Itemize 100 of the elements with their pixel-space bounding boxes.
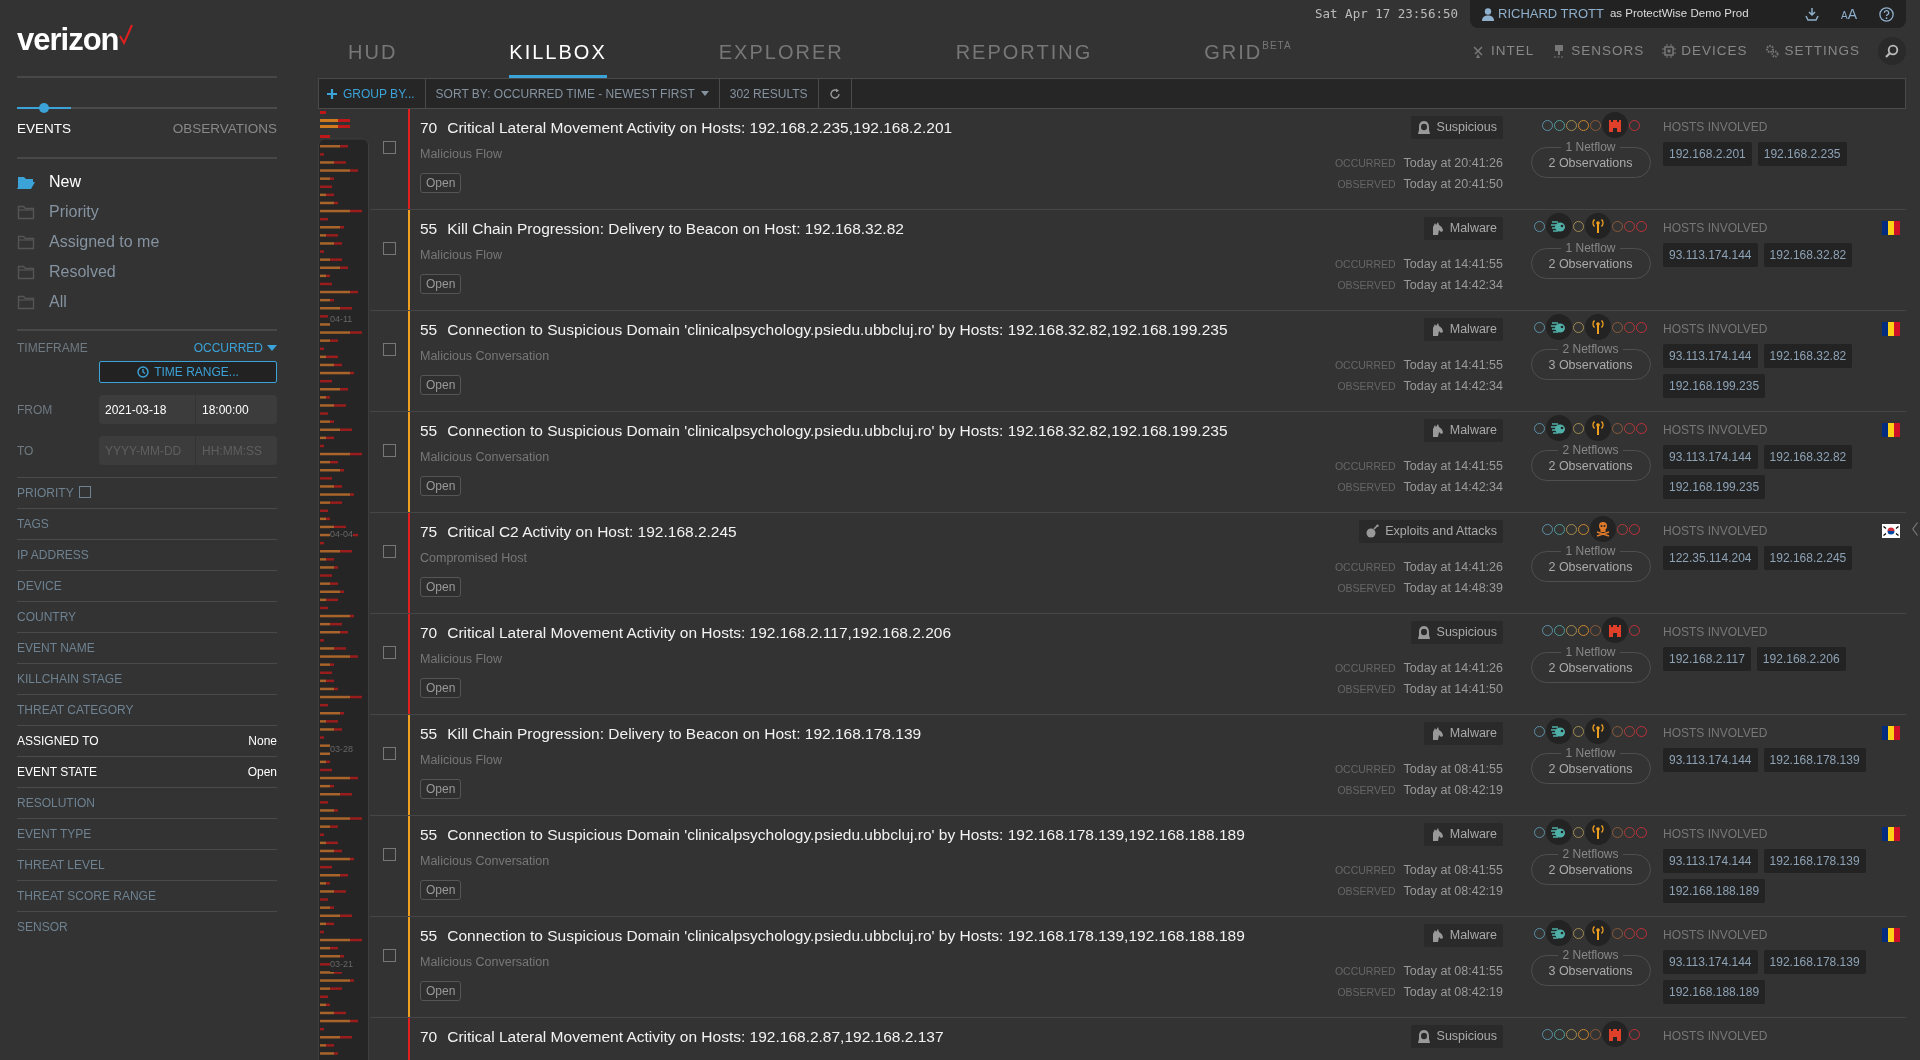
filter-label[interactable]: THREAT CATEGORY: [17, 701, 134, 720]
host-chip[interactable]: 192.168.32.82: [1763, 344, 1853, 368]
host-chip[interactable]: 192.168.2.117: [1663, 647, 1751, 671]
host-chip[interactable]: 192.168.199.235: [1663, 475, 1766, 499]
user-name[interactable]: RICHARD TROTT: [1498, 4, 1604, 24]
host-chip[interactable]: 192.168.199.235: [1663, 374, 1766, 398]
filter-label[interactable]: KILLCHAIN STAGE: [17, 670, 123, 689]
event-title[interactable]: Kill Chain Progression: Delivery to Beacon on Host: 192.168.178.139: [447, 722, 922, 746]
filter-label[interactable]: IP ADDRESS: [17, 546, 89, 565]
observation-count: 2 Observations: [1547, 256, 1634, 274]
event-title[interactable]: Connection to Suspicious Domain 'clinicalpsychology.psiedu.ubbcluj.ro' by Hosts: 192.168.32.82,192.168.199.235: [447, 318, 1228, 342]
row-checkbox[interactable]: [382, 949, 396, 962]
event-title[interactable]: Critical C2 Activity on Host: 192.168.2.245: [447, 520, 737, 544]
host-chip[interactable]: 122.35.114.204: [1663, 546, 1758, 570]
threat-score: 55: [420, 825, 438, 845]
group-by-button[interactable]: GROUP BY...: [319, 79, 426, 108]
folder-item[interactable]: Assigned to me: [17, 227, 160, 258]
host-chip[interactable]: 93.113.174.144: [1663, 243, 1758, 267]
host-chip[interactable]: 192.168.32.82: [1763, 445, 1853, 469]
event-title[interactable]: Critical Lateral Movement Activity on Hosts: 192.168.2.117,192.168.2.206: [447, 621, 951, 645]
folder-icon: [17, 264, 35, 280]
filter-value: None: [248, 733, 277, 751]
row-checkbox[interactable]: [382, 141, 396, 154]
folder-item[interactable]: All: [17, 287, 67, 318]
host-chip[interactable]: 93.113.174.144: [1663, 849, 1758, 873]
search-button[interactable]: [1878, 37, 1906, 65]
host-chip[interactable]: 93.113.174.144: [1663, 445, 1758, 469]
folder-item[interactable]: New: [17, 167, 81, 198]
filter-label[interactable]: DEVICE: [17, 577, 62, 596]
bug-icon: [1551, 925, 1567, 941]
view-tab[interactable]: OBSERVATIONS: [172, 119, 277, 140]
status-badge: Open: [420, 274, 462, 294]
row-checkbox[interactable]: [382, 646, 396, 659]
host-chip[interactable]: 93.113.174.144: [1663, 748, 1758, 772]
host-chip[interactable]: 93.113.174.144: [1663, 950, 1758, 974]
download-icon: [1805, 7, 1819, 21]
folder-item[interactable]: Resolved: [17, 257, 116, 288]
netflow-count: 1 Netflow: [1564, 645, 1617, 660]
host-chip[interactable]: 93.113.174.144: [1663, 344, 1758, 368]
row-checkbox[interactable]: [382, 444, 396, 457]
download-button[interactable]: [1805, 7, 1819, 21]
row-checkbox[interactable]: [382, 242, 396, 255]
sort-dropdown[interactable]: SORT BY: OCCURRED TIME - NEWEST FIRST: [425, 79, 720, 108]
filter-label[interactable]: THREAT LEVEL: [17, 856, 105, 875]
event-title[interactable]: Connection to Suspicious Domain 'clinicalpsychology.psiedu.ubbcluj.ro' by Hosts: 192.168.178.139,192.168.188.189: [447, 823, 1245, 847]
time-value: Today at 14:41:55: [1403, 255, 1503, 273]
filter-label[interactable]: THREAT SCORE RANGE: [17, 887, 156, 906]
filter-label[interactable]: COUNTRY: [17, 608, 77, 627]
time-range-button[interactable]: TIME RANGE...: [99, 361, 277, 384]
host-chip[interactable]: 192.168.2.206: [1756, 647, 1846, 671]
time-value: Today at 08:42:19: [1403, 781, 1503, 799]
row-checkbox[interactable]: [382, 747, 396, 760]
filter-label[interactable]: EVENT TYPE: [17, 825, 92, 844]
font-size-button[interactable]: AA: [1841, 7, 1857, 21]
nav-link[interactable]: SENSORS: [1552, 40, 1645, 62]
filter-label[interactable]: ASSIGNED TO: [17, 732, 99, 751]
checkbox[interactable]: [78, 486, 91, 499]
nav-link[interactable]: INTEL: [1471, 40, 1535, 62]
host-chip[interactable]: 192.168.2.201: [1663, 142, 1752, 166]
event-title[interactable]: Kill Chain Progression: Delivery to Beacon on Host: 192.168.32.82: [447, 217, 904, 241]
event-title[interactable]: Critical Lateral Movement Activity on Hosts: 192.168.2.235,192.168.2.201: [447, 116, 953, 140]
row-checkbox[interactable]: [382, 545, 396, 558]
threat-tag: Suspicious: [1410, 1025, 1503, 1048]
host-chip[interactable]: 192.168.32.82: [1763, 243, 1853, 267]
filter-label[interactable]: EVENT STATE: [17, 763, 97, 782]
collapse-chevron-icon[interactable]: [1912, 522, 1918, 536]
timeframe-dropdown[interactable]: OCCURRED: [193, 339, 277, 358]
nav-link[interactable]: SETTINGS: [1765, 40, 1860, 62]
threat-score: 70: [420, 1027, 438, 1047]
nav-link[interactable]: DEVICES: [1662, 40, 1748, 62]
filter-label[interactable]: PRIORITY: [17, 486, 74, 501]
event-title[interactable]: Connection to Suspicious Domain 'clinicalpsychology.psiedu.ubbcluj.ro' by Hosts: 192.168.178.139,192.168.188.189: [447, 924, 1245, 948]
status-badge: Open: [420, 375, 462, 395]
bug-icon: [1551, 218, 1567, 234]
filter-label[interactable]: EVENT NAME: [17, 639, 95, 658]
date-field[interactable]: 2021-03-18: [99, 395, 195, 425]
filter-label[interactable]: SENSOR: [17, 918, 68, 937]
date-label: 04-11: [330, 313, 353, 327]
host-chip[interactable]: 192.168.178.139: [1763, 950, 1866, 974]
row-checkbox[interactable]: [382, 343, 396, 356]
host-chip[interactable]: 192.168.2.245: [1763, 546, 1853, 570]
event-title[interactable]: Critical Lateral Movement Activity on Hosts: 192.168.2.87,192.168.2.137: [447, 1025, 944, 1049]
view-tab[interactable]: EVENTS: [17, 119, 71, 140]
host-chip[interactable]: 192.168.178.139: [1763, 748, 1866, 772]
threat-tag: Suspicious: [1410, 116, 1503, 139]
host-chip[interactable]: 192.168.188.189: [1663, 980, 1766, 1004]
observation-count: 2 Observations: [1547, 761, 1634, 779]
help-button[interactable]: [1879, 6, 1894, 22]
netflow-count: 2 Netflows: [1561, 847, 1620, 862]
host-chip[interactable]: 192.168.188.189: [1663, 879, 1766, 903]
filter-label[interactable]: RESOLUTION: [17, 794, 95, 813]
time-field[interactable]: 18:00:00: [196, 395, 277, 425]
host-chip[interactable]: 192.168.178.139: [1763, 849, 1866, 873]
castle-icon: [1606, 622, 1623, 638]
filter-label[interactable]: TAGS: [17, 515, 49, 534]
event-title[interactable]: Connection to Suspicious Domain 'clinicalpsychology.psiedu.ubbcluj.ro' by Hosts: 192.168.32.82,192.168.199.235: [447, 419, 1228, 443]
folder-item[interactable]: Priority: [17, 197, 99, 228]
hosts-label: HOSTS INVOLVED: [1663, 422, 1769, 439]
host-chip[interactable]: 192.168.2.235: [1757, 142, 1847, 166]
row-checkbox[interactable]: [382, 848, 396, 861]
